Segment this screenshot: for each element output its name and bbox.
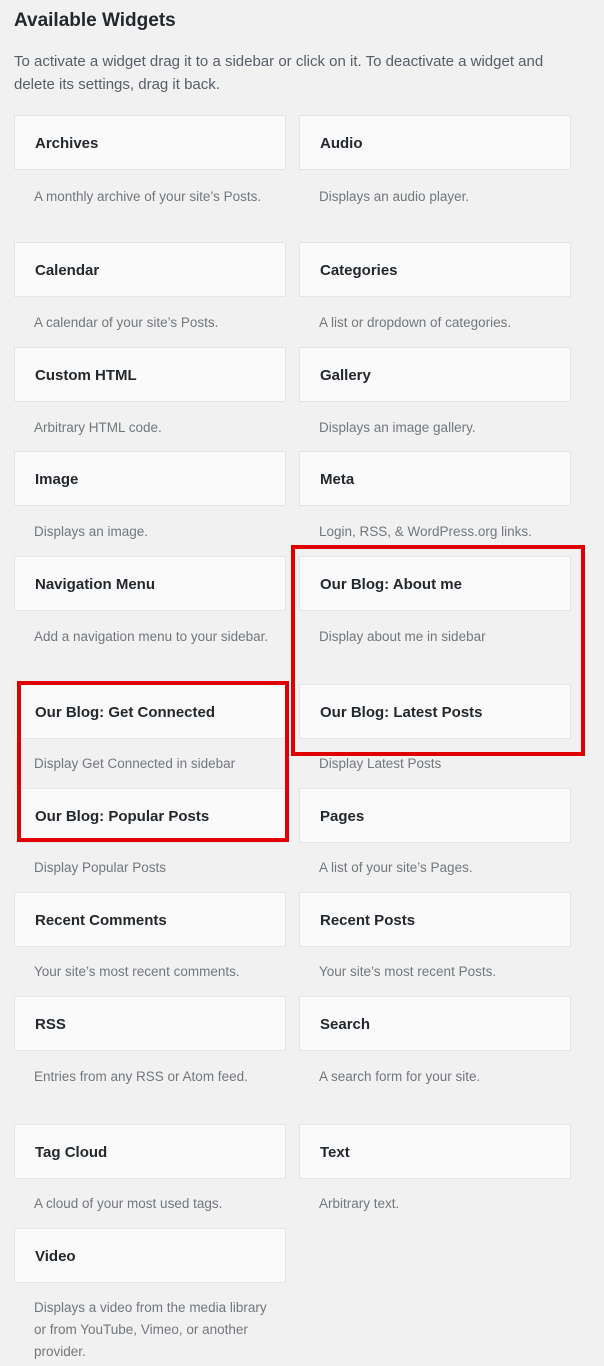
widget-navigation-menu[interactable]: Navigation Menu	[14, 556, 286, 611]
widget-archives[interactable]: Archives	[14, 115, 286, 170]
widget-title-label: Navigation Menu	[35, 576, 156, 593]
widget-description: Display about me in sidebar	[319, 629, 486, 644]
widget-description: Displays an image gallery.	[319, 420, 476, 435]
widget-title-label: Our Blog: Latest Posts	[320, 704, 483, 721]
widget-title-label: Image	[35, 471, 79, 488]
widget-description: A cloud of your most used tags.	[34, 1196, 223, 1211]
widget-title-label: Search	[320, 1016, 371, 1033]
widget-description: A list or dropdown of categories.	[319, 315, 512, 330]
widget-title-label: Video	[35, 1248, 76, 1265]
panel-title: Available Widgets	[14, 10, 176, 31]
widget-title-label: Pages	[320, 808, 365, 825]
widget-recent-comments[interactable]: Recent Comments	[14, 892, 286, 947]
widget-video[interactable]: Video	[14, 1228, 286, 1283]
widget-our-blog-about-me[interactable]: Our Blog: About me	[299, 556, 571, 611]
widget-description: Displays an audio player.	[319, 189, 470, 204]
widget-description: Display Get Connected in sidebar	[34, 756, 236, 771]
widget-title-label: Calendar	[35, 262, 100, 279]
widget-gallery[interactable]: Gallery	[299, 347, 571, 402]
widget-description: Display Popular Posts	[34, 860, 167, 875]
widget-description: A monthly archive of your site’s Posts.	[34, 189, 262, 204]
widget-description: Your site’s most recent Posts.	[319, 964, 497, 979]
widget-description: Displays an image.	[34, 524, 149, 539]
widget-search[interactable]: Search	[299, 996, 571, 1051]
widget-custom-html[interactable]: Custom HTML	[14, 347, 286, 402]
widget-title-label: Archives	[35, 135, 99, 152]
widget-title-label: RSS	[35, 1016, 66, 1033]
widget-description: Display Latest Posts	[319, 756, 442, 771]
widget-our-blog-popular-posts[interactable]: Our Blog: Popular Posts	[14, 788, 286, 843]
widget-description: A list of your site’s Pages.	[319, 860, 473, 875]
widget-title-label: Categories	[320, 262, 398, 279]
widget-image[interactable]: Image	[14, 451, 286, 506]
available-widgets-panel: Available Widgets To activate a widget d…	[0, 0, 604, 1366]
widget-title-label: Recent Comments	[35, 912, 167, 929]
widget-meta[interactable]: Meta	[299, 451, 571, 506]
widget-description: A search form for your site.	[319, 1069, 481, 1084]
widget-pages[interactable]: Pages	[299, 788, 571, 843]
widget-description: Arbitrary text.	[319, 1196, 400, 1211]
panel-description: To activate a widget drag it to a sideba…	[14, 53, 544, 93]
widget-title-label: Tag Cloud	[35, 1144, 108, 1161]
widget-title-label: Our Blog: Get Connected	[35, 704, 215, 721]
widget-description: Entries from any RSS or Atom feed.	[34, 1069, 248, 1084]
widget-categories[interactable]: Categories	[299, 242, 571, 297]
widget-description: Your site’s most recent comments.	[34, 964, 240, 979]
widget-text[interactable]: Text	[299, 1124, 571, 1179]
widget-description: A calendar of your site’s Posts.	[34, 315, 219, 330]
widget-rss[interactable]: RSS	[14, 996, 286, 1051]
widget-title-label: Audio	[320, 135, 363, 152]
widget-our-blog-get-connected[interactable]: Our Blog: Get Connected	[14, 684, 286, 739]
widget-description: Arbitrary HTML code.	[34, 420, 162, 435]
widget-title-label: Text	[320, 1144, 350, 1161]
widget-description: Add a navigation menu to your sidebar.	[34, 629, 269, 644]
widget-title-label: Our Blog: Popular Posts	[35, 808, 210, 825]
widget-description: Displays a video from the media library …	[34, 1300, 267, 1359]
widget-title-label: Recent Posts	[320, 912, 416, 929]
widget-title-label: Meta	[320, 471, 355, 488]
widget-description: Login, RSS, & WordPress.org links.	[319, 524, 532, 539]
widget-tag-cloud[interactable]: Tag Cloud	[14, 1124, 286, 1179]
widget-title-label: Gallery	[320, 367, 371, 384]
widget-title-label: Our Blog: About me	[320, 576, 462, 593]
widget-recent-posts[interactable]: Recent Posts	[299, 892, 571, 947]
widget-our-blog-latest-posts[interactable]: Our Blog: Latest Posts	[299, 684, 571, 739]
widget-title-label: Custom HTML	[35, 367, 137, 384]
widget-calendar[interactable]: Calendar	[14, 242, 286, 297]
widget-audio[interactable]: Audio	[299, 115, 571, 170]
